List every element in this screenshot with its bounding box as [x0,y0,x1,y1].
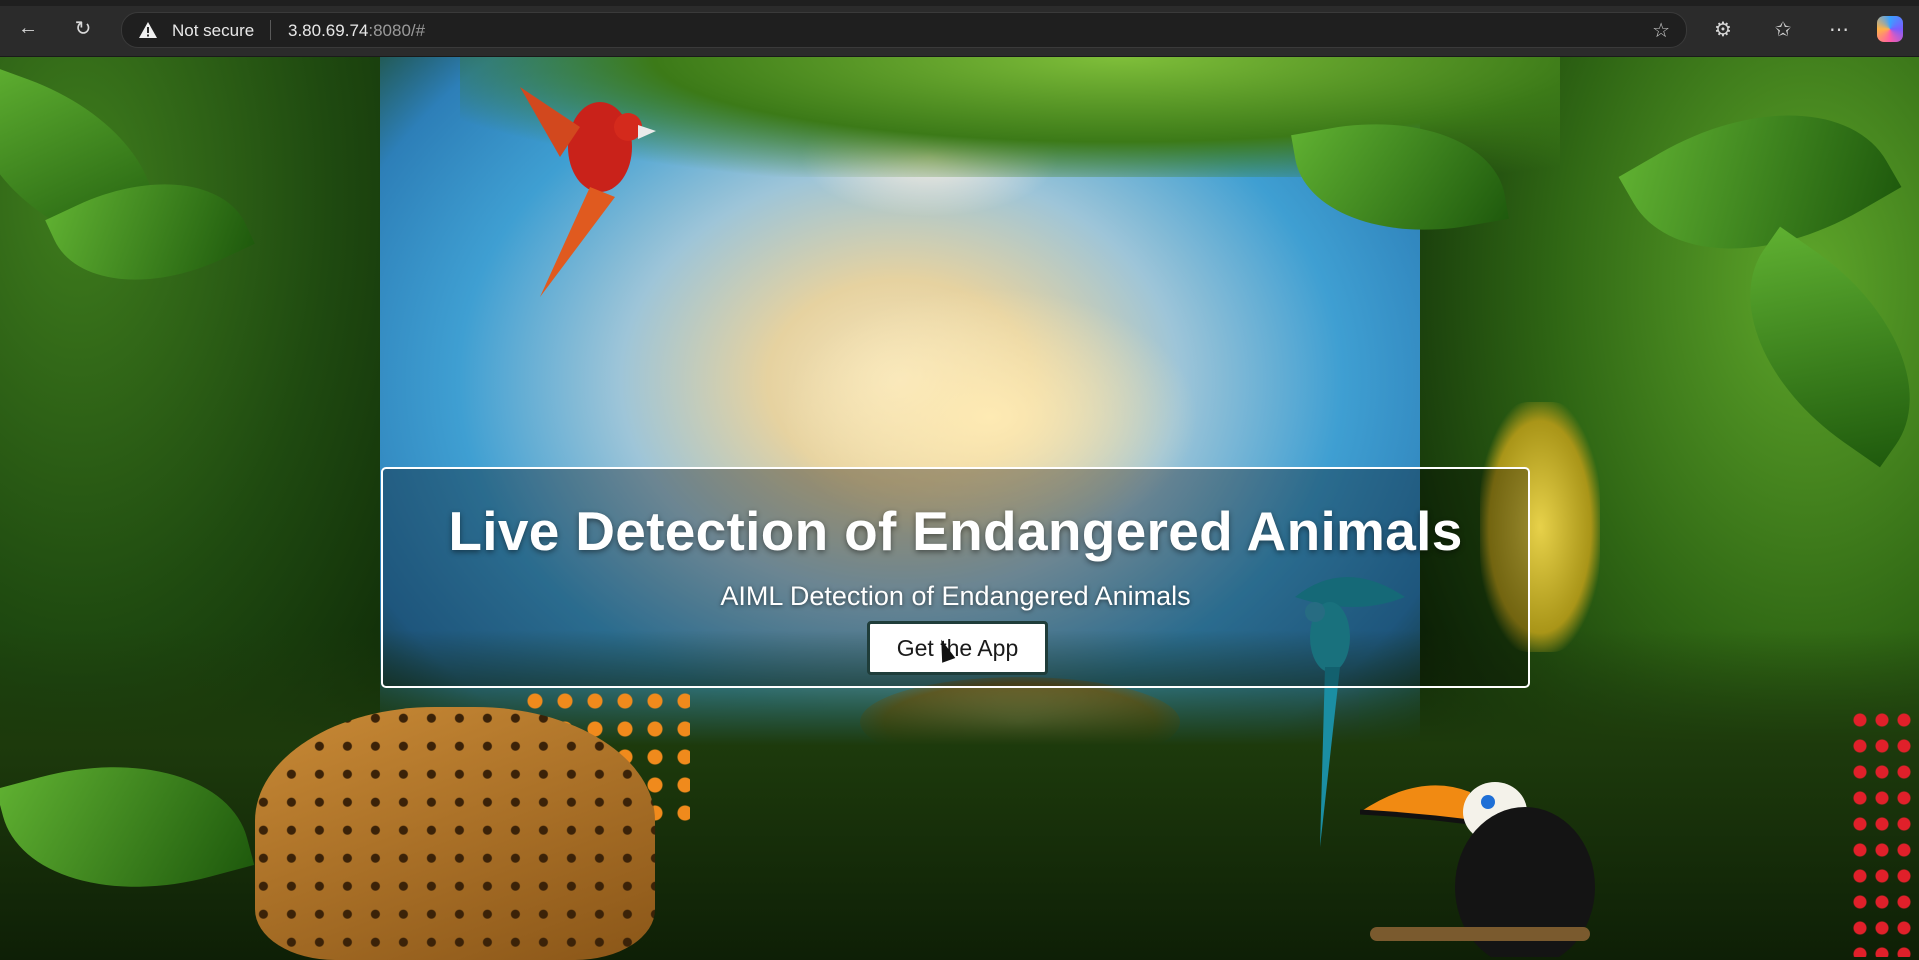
url-host: 3.80.69.74 [288,21,369,40]
page-title: Live Detection of Endangered Animals [448,500,1463,562]
url-text[interactable]: 3.80.69.74:8080/# [288,21,425,41]
red-flowers [1849,707,1919,957]
address-divider [270,20,271,40]
address-bar[interactable]: Not secure 3.80.69.74:8080/# ☆ [121,12,1687,48]
warning-icon[interactable] [138,20,158,40]
page-viewport: Live Detection of Endangered Animals AIM… [0,57,1919,960]
jaguar [255,707,655,960]
copilot-icon[interactable] [1877,16,1903,42]
more-icon[interactable]: ⋯ [1824,14,1854,44]
scarlet-macaw [520,87,656,297]
tab-strip [0,0,1919,6]
hero-panel: Live Detection of Endangered Animals AIM… [381,467,1530,688]
back-icon[interactable]: ← [14,14,42,42]
get-the-app-button[interactable]: Get the App [867,621,1048,675]
security-label[interactable]: Not secure [172,21,254,41]
page-subtitle: AIML Detection of Endangered Animals [720,581,1191,611]
browser-toolbar: ← ↻ Not secure 3.80.69.74:8080/# ☆ ⚙ ✩ ⋯ [0,0,1919,57]
refresh-icon[interactable]: ↻ [69,14,97,42]
extensions-icon[interactable]: ⚙ [1708,14,1738,44]
url-port-path: :8080/# [368,21,426,40]
favorite-star-icon[interactable]: ☆ [1652,18,1670,43]
toucan [1360,782,1595,957]
favorites-icon[interactable]: ✩ [1768,14,1798,44]
